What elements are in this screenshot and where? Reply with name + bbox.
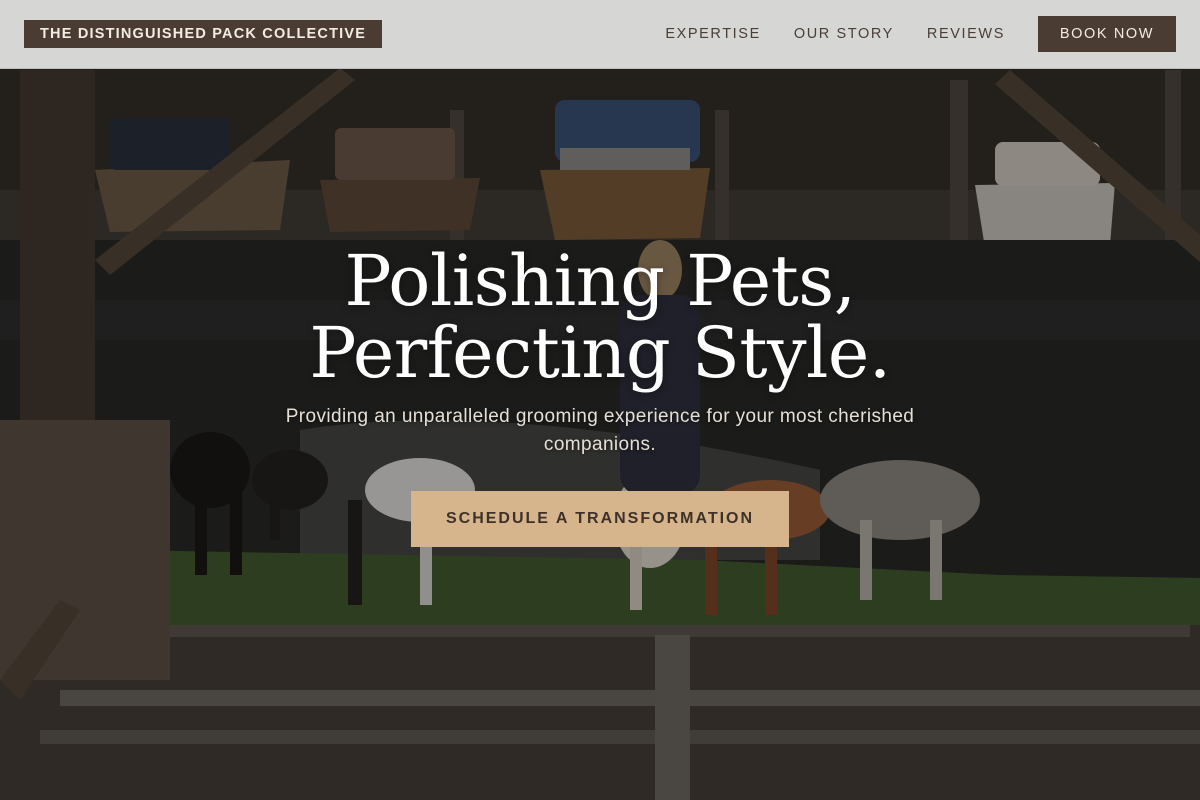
schedule-transformation-button[interactable]: SCHEDULE A TRANSFORMATION xyxy=(411,491,789,547)
nav-link-expertise[interactable]: EXPERTISE xyxy=(665,26,761,42)
hero-title: Polishing Pets, Perfecting Style. xyxy=(250,245,950,389)
book-now-button[interactable]: BOOK NOW xyxy=(1038,16,1176,52)
main-nav: EXPERTISE OUR STORY REVIEWS BOOK NOW xyxy=(665,16,1176,52)
hero-title-line2: Perfecting Style. xyxy=(309,312,891,394)
site-header: THE DISTINGUISHED PACK COLLECTIVE EXPERT… xyxy=(0,0,1200,69)
nav-link-our-story[interactable]: OUR STORY xyxy=(794,26,894,42)
hero-section: Polishing Pets, Perfecting Style. Provid… xyxy=(0,245,1200,547)
hero-title-line1: Polishing Pets, xyxy=(344,240,856,322)
hero-subtitle: Providing an unparalleled grooming exper… xyxy=(285,406,915,455)
brand-logo[interactable]: THE DISTINGUISHED PACK COLLECTIVE xyxy=(24,20,383,48)
nav-link-reviews[interactable]: REVIEWS xyxy=(927,26,1005,42)
